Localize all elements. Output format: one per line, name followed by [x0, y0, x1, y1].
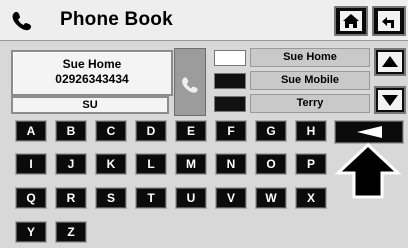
- key-q[interactable]: Q: [15, 187, 47, 209]
- key-e[interactable]: E: [175, 120, 207, 142]
- list-item[interactable]: Terry: [250, 94, 370, 113]
- delete-button[interactable]: [334, 120, 404, 144]
- search-input[interactable]: SU: [11, 96, 169, 114]
- key-h[interactable]: H: [295, 120, 327, 142]
- header-bar: Phone Book: [0, 0, 408, 41]
- selected-contact-card: Sue Home 02926343434: [11, 50, 173, 96]
- key-l[interactable]: L: [135, 153, 167, 175]
- call-button[interactable]: [174, 48, 206, 116]
- key-w[interactable]: W: [255, 187, 287, 209]
- key-c[interactable]: C: [95, 120, 127, 142]
- key-t[interactable]: T: [135, 187, 167, 209]
- key-b[interactable]: B: [55, 120, 87, 142]
- key-y[interactable]: Y: [15, 221, 47, 243]
- home-icon: [340, 11, 362, 31]
- key-n[interactable]: N: [215, 153, 247, 175]
- back-arrow-icon: [378, 11, 400, 31]
- phone-handset-icon: [12, 11, 32, 31]
- key-v[interactable]: V: [215, 187, 247, 209]
- list-item[interactable]: Sue Home: [250, 48, 370, 67]
- left-triangle-icon: [357, 126, 382, 138]
- back-button[interactable]: [372, 6, 406, 36]
- phone-book-screen: Phone Book Sue Home 02926343434 SU Sue H…: [0, 0, 408, 248]
- scroll-down-button[interactable]: [374, 86, 406, 114]
- key-r[interactable]: R: [55, 187, 87, 209]
- key-k[interactable]: K: [95, 153, 127, 175]
- contact-number: 02926343434: [55, 72, 129, 86]
- key-u[interactable]: U: [175, 187, 207, 209]
- key-f[interactable]: F: [215, 120, 247, 142]
- up-pointer-arrow-icon: [335, 143, 401, 199]
- key-i[interactable]: I: [15, 153, 47, 175]
- key-x[interactable]: X: [295, 187, 327, 209]
- key-s[interactable]: S: [95, 187, 127, 209]
- result-selector[interactable]: [214, 50, 246, 66]
- key-z[interactable]: Z: [55, 221, 87, 243]
- key-d[interactable]: D: [135, 120, 167, 142]
- key-j[interactable]: J: [55, 153, 87, 175]
- down-triangle-icon: [378, 90, 402, 110]
- key-o[interactable]: O: [255, 153, 287, 175]
- key-g[interactable]: G: [255, 120, 287, 142]
- result-selector[interactable]: [214, 96, 246, 112]
- key-p[interactable]: P: [295, 153, 327, 175]
- key-m[interactable]: M: [175, 153, 207, 175]
- contact-name: Sue Home: [62, 57, 122, 71]
- key-a[interactable]: A: [15, 120, 47, 142]
- scroll-up-button[interactable]: [374, 48, 406, 76]
- page-title: Phone Book: [60, 9, 173, 30]
- result-selector[interactable]: [214, 73, 246, 89]
- list-item[interactable]: Sue Mobile: [250, 71, 370, 90]
- up-triangle-icon: [378, 52, 402, 72]
- home-button[interactable]: [334, 6, 368, 36]
- phone-handset-icon: [182, 77, 198, 93]
